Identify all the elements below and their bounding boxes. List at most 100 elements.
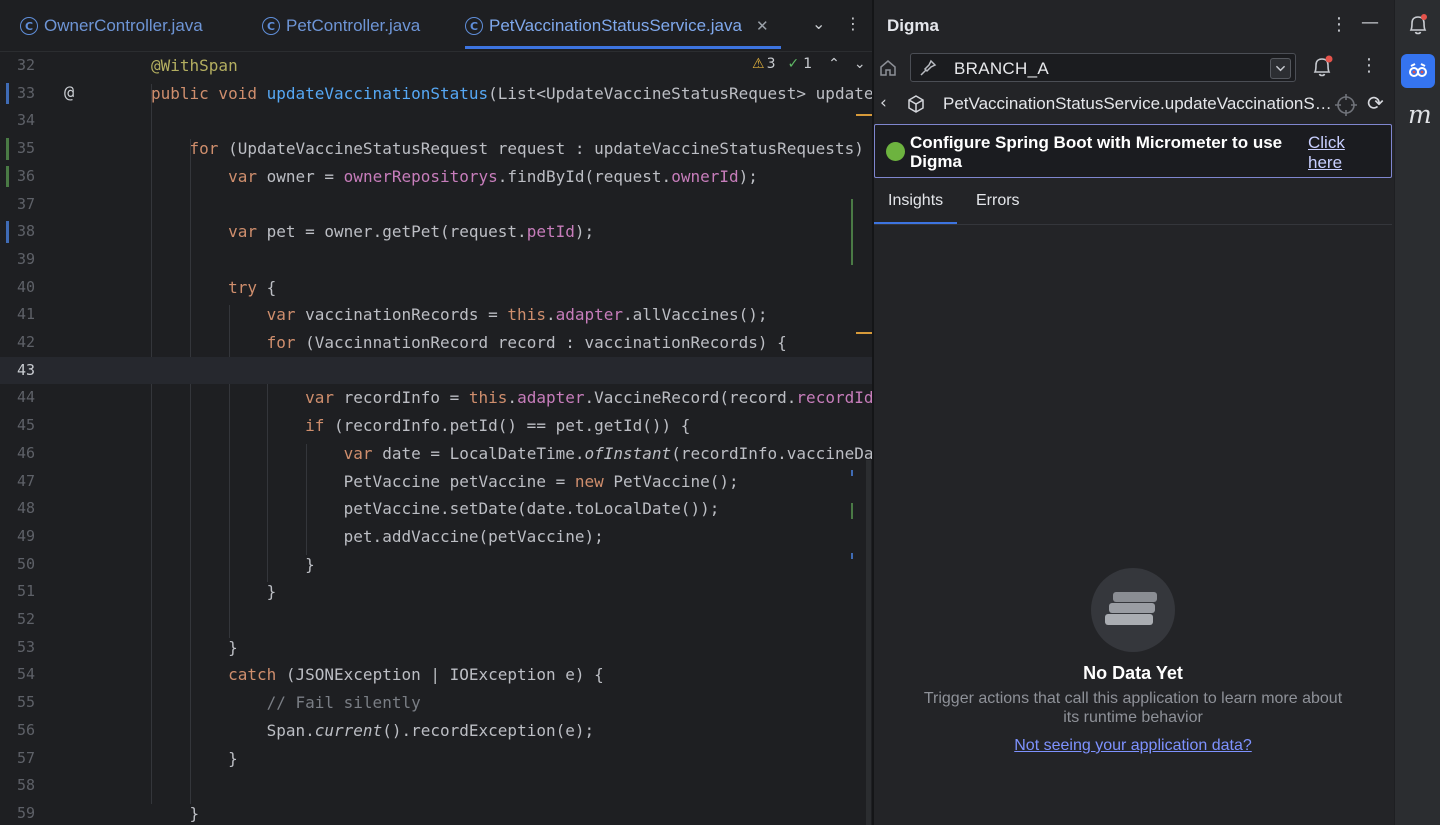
annotation-gutter-icon[interactable]: @ [64, 80, 74, 108]
vcs-change-marker[interactable] [6, 138, 9, 160]
line-number[interactable]: 37 [0, 191, 35, 219]
code-text[interactable]: } [151, 578, 277, 606]
more-vertical-icon[interactable]: ⋮ [1360, 55, 1378, 76]
line-number[interactable]: 59 [0, 800, 35, 825]
code-line[interactable]: 41 var vaccinationRecords = this.adapter… [0, 301, 872, 329]
code-line[interactable]: 54 catch (JSONException | IOException e)… [0, 661, 872, 689]
code-line[interactable]: 47 PetVaccine petVaccine = new PetVaccin… [0, 468, 872, 496]
line-number[interactable]: 58 [0, 772, 35, 800]
code-text[interactable]: @WithSpan [151, 52, 238, 80]
chevron-up-icon[interactable]: ⌃ [828, 56, 840, 72]
line-number[interactable]: 32 [0, 52, 35, 80]
tab-errors[interactable]: Errors [976, 192, 1020, 210]
code-line[interactable]: 37 [0, 191, 872, 219]
line-number[interactable]: 47 [0, 468, 35, 496]
refresh-icon[interactable]: ⟳ [1367, 91, 1384, 115]
code-text[interactable]: PetVaccine petVaccine = new PetVaccine()… [151, 468, 739, 496]
code-line[interactable]: 39 [0, 246, 872, 274]
inspection-widget[interactable]: ⚠ 3 ✓ 1 ⌃ ⌄ [752, 56, 866, 72]
close-icon[interactable]: ✕ [756, 17, 769, 35]
code-location-breadcrumb[interactable]: PetVaccinationStatusService.updateVaccin… [943, 94, 1335, 114]
line-number[interactable]: 44 [0, 384, 35, 412]
code-text[interactable]: var vaccinationRecords = this.adapter.al… [151, 301, 768, 329]
code-text[interactable]: var pet = owner.getPet(request.petId); [151, 218, 594, 246]
code-line[interactable]: 53 } [0, 634, 872, 662]
line-number[interactable]: 51 [0, 578, 35, 606]
chevron-down-icon[interactable] [1270, 58, 1291, 79]
tab-pet-controller[interactable]: C PetController.java [262, 0, 420, 52]
code-line[interactable]: 57 } [0, 745, 872, 773]
code-line[interactable]: 34 [0, 107, 872, 135]
chevron-down-icon[interactable]: ⌄ [854, 56, 866, 72]
line-number[interactable]: 49 [0, 523, 35, 551]
code-text[interactable]: if (recordInfo.petId() == pet.getId()) { [151, 412, 690, 440]
line-number[interactable]: 52 [0, 606, 35, 634]
code-line[interactable]: 55 // Fail silently [0, 689, 872, 717]
code-area[interactable]: 32 @WithSpan 33 @ public void updateVaccinat… [0, 52, 872, 825]
code-text[interactable]: petVaccine.setDate(date.toLocalDate()); [151, 495, 720, 523]
code-text[interactable]: catch (JSONException | IOException e) { [151, 661, 604, 689]
digma-tool-icon[interactable] [1401, 54, 1435, 88]
vcs-change-marker[interactable] [6, 165, 9, 188]
chevron-down-icon[interactable]: ⌄ [812, 14, 825, 33]
minimize-icon[interactable]: — [1361, 12, 1379, 33]
line-number[interactable]: 40 [0, 274, 35, 302]
code-line[interactable]: 58 [0, 772, 872, 800]
code-text[interactable]: pet.addVaccine(petVaccine); [151, 523, 604, 551]
line-number[interactable]: 57 [0, 745, 35, 773]
line-number[interactable]: 43 [0, 357, 35, 385]
line-number[interactable]: 55 [0, 689, 35, 717]
code-line[interactable]: 33 @ public void updateVaccinationStatus(L… [0, 80, 872, 108]
code-text[interactable]: var recordInfo = this.adapter.VaccineRec… [151, 384, 872, 412]
notification-bell-icon[interactable] [1309, 54, 1335, 80]
tab-owner-controller[interactable]: C OwnerController.java [20, 0, 203, 52]
line-number[interactable]: 48 [0, 495, 35, 523]
code-text[interactable]: var date = LocalDateTime.ofInstant(recor… [151, 440, 872, 468]
code-line[interactable]: 43 [0, 356, 872, 385]
not-seeing-data-link[interactable]: Not seeing your application data? [874, 737, 1392, 755]
back-icon[interactable]: ‹ [880, 93, 887, 113]
code-text[interactable]: } [151, 551, 315, 579]
more-vertical-icon[interactable]: ⋮ [1330, 14, 1348, 35]
code-editor[interactable]: C OwnerController.java C PetController.j… [0, 0, 872, 825]
more-vertical-icon[interactable]: ⋮ [845, 14, 861, 33]
code-text[interactable]: public void updateVaccinationStatus(List… [151, 80, 872, 108]
line-number[interactable]: 34 [0, 107, 35, 135]
target-icon[interactable] [1334, 93, 1358, 117]
line-number[interactable]: 46 [0, 440, 35, 468]
code-text[interactable]: for (UpdateVaccineStatusRequest request … [151, 135, 872, 163]
code-line[interactable]: 56 Span.current().recordException(e); [0, 717, 872, 745]
code-line[interactable]: 59 } [0, 800, 872, 825]
code-line[interactable]: 50 } [0, 551, 872, 579]
code-line[interactable]: 45 if (recordInfo.petId() == pet.getId()… [0, 412, 872, 440]
line-number[interactable]: 56 [0, 717, 35, 745]
code-text[interactable]: // Fail silently [151, 689, 421, 717]
tab-insights[interactable]: Insights [873, 192, 958, 224]
code-text[interactable]: for (VaccinnationRecord record : vaccina… [151, 329, 787, 357]
vcs-change-marker[interactable] [6, 82, 9, 105]
line-number[interactable]: 54 [0, 661, 35, 689]
code-text[interactable]: } [151, 800, 200, 825]
line-number[interactable]: 45 [0, 412, 35, 440]
code-line[interactable]: 52 [0, 606, 872, 634]
line-number[interactable]: 53 [0, 634, 35, 662]
code-text[interactable]: } [151, 745, 238, 773]
code-line[interactable]: 44 var recordInfo = this.adapter.Vaccine… [0, 384, 872, 412]
home-icon[interactable] [877, 57, 899, 79]
branch-selector[interactable]: BRANCH_A [910, 53, 1296, 82]
code-text[interactable]: try { [151, 274, 276, 302]
code-text[interactable]: } [151, 634, 238, 662]
line-number[interactable]: 42 [0, 329, 35, 357]
line-number[interactable]: 50 [0, 551, 35, 579]
code-line[interactable]: 38 var pet = owner.getPet(request.petId)… [0, 218, 872, 246]
code-text[interactable]: Span.current().recordException(e); [151, 717, 595, 745]
code-line[interactable]: 36 var owner = ownerRepositorys.findById… [0, 163, 872, 191]
tool-m-icon[interactable]: m [1408, 100, 1432, 129]
code-line[interactable]: 42 for (VaccinnationRecord record : vacc… [0, 329, 872, 357]
code-line[interactable]: 40 try { [0, 274, 872, 302]
code-line[interactable]: 51 } [0, 578, 872, 606]
vcs-change-marker[interactable] [6, 221, 9, 243]
notifications-icon[interactable] [1407, 13, 1429, 37]
code-text[interactable]: var owner = ownerRepositorys.findById(re… [151, 163, 758, 191]
line-number[interactable]: 39 [0, 246, 35, 274]
